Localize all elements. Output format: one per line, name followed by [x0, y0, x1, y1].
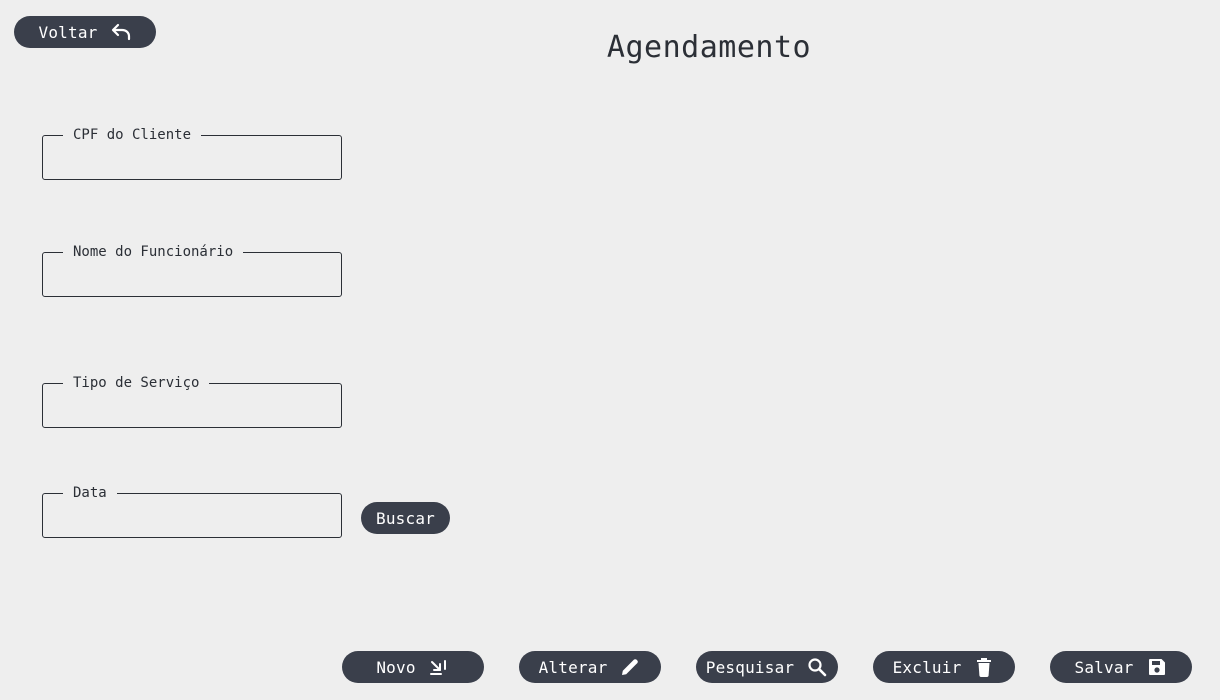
delete-button[interactable]: Excluir: [873, 651, 1015, 683]
delete-button-label: Excluir: [892, 657, 962, 677]
cpf-field: CPF do Cliente: [42, 127, 342, 180]
cpf-field-label: CPF do Cliente: [73, 127, 192, 143]
magnifier-icon: [806, 656, 828, 678]
employee-name-field-label: Nome do Funcionário: [73, 244, 234, 260]
employee-name-input[interactable]: [53, 260, 331, 290]
save-button[interactable]: Salvar: [1050, 651, 1192, 683]
floppy-disk-icon: [1146, 656, 1168, 678]
service-type-input[interactable]: [53, 391, 331, 421]
search-button[interactable]: Buscar: [361, 502, 450, 534]
scheduling-page: Voltar Agendamento CPF do Cliente Nome d…: [0, 0, 1220, 700]
date-input[interactable]: [53, 501, 331, 531]
find-button[interactable]: Pesquisar: [696, 651, 838, 683]
page-title: Agendamento: [606, 30, 812, 65]
find-button-label: Pesquisar: [705, 657, 795, 677]
new-entry-icon: [428, 656, 450, 678]
pencil-icon: [619, 656, 641, 678]
edit-button[interactable]: Alterar: [519, 651, 661, 683]
date-field-label: Data: [73, 485, 107, 501]
edit-button-label: Alterar: [538, 657, 608, 677]
save-button-label: Salvar: [1074, 657, 1134, 677]
new-button[interactable]: Novo: [342, 651, 484, 683]
date-field: Data: [42, 485, 342, 538]
trash-icon: [973, 656, 995, 678]
search-button-label: Buscar: [376, 508, 435, 528]
service-type-field-label: Tipo de Serviço: [73, 375, 200, 391]
service-type-field: Tipo de Serviço: [42, 375, 342, 428]
new-button-label: Novo: [376, 657, 416, 677]
cpf-input[interactable]: [53, 143, 331, 173]
employee-name-field: Nome do Funcionário: [42, 244, 342, 297]
